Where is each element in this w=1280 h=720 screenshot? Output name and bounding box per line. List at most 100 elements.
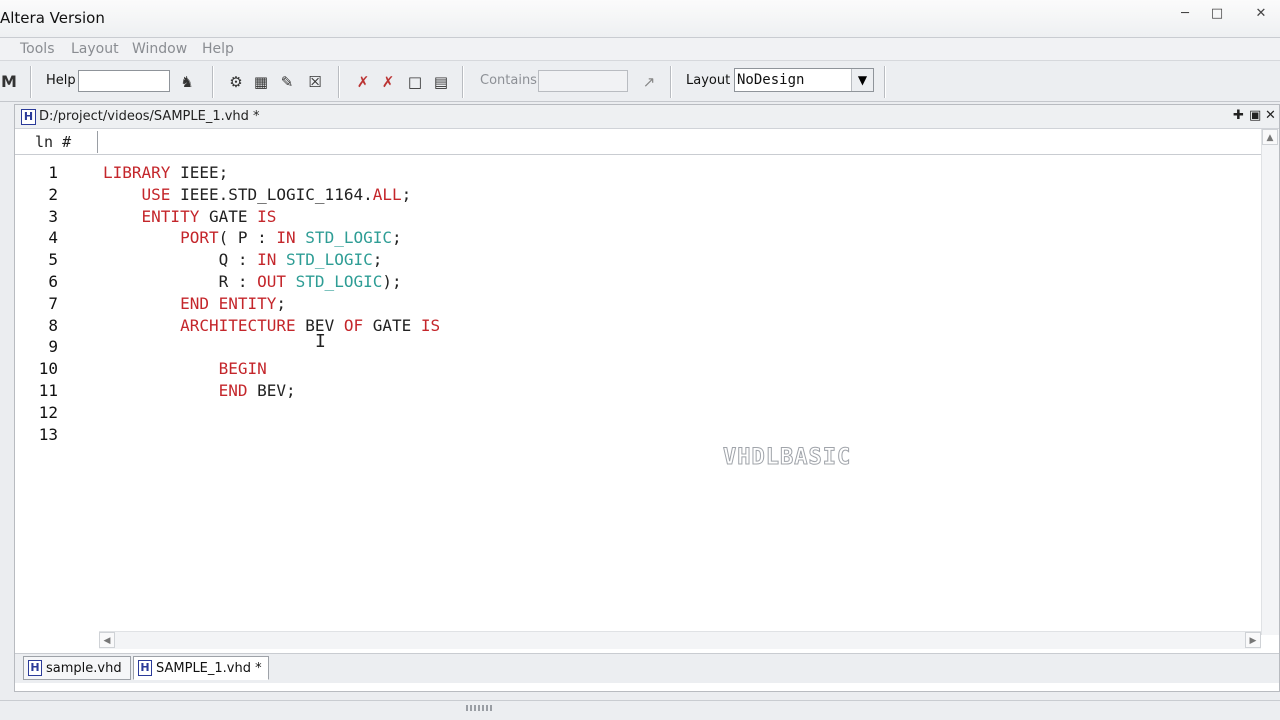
code-line[interactable]: 8 ARCHITECTURE BEV OF GATE IS	[15, 316, 1215, 338]
file-tab-bar: H sample.vhd H SAMPLE_1.vhd *	[15, 653, 1279, 683]
contains-input[interactable]	[538, 70, 628, 92]
keyword-token: PORT	[103, 228, 219, 248]
keyword-token: END ENTITY	[103, 293, 277, 313]
line-number: 5	[48, 250, 58, 270]
close-button[interactable]: ✕	[1246, 4, 1276, 24]
line-number: 6	[48, 272, 58, 291]
type-token: STD_LOGIC	[295, 272, 383, 291]
toolbar-separator	[462, 66, 464, 98]
identifier-token: ( P :	[218, 228, 277, 248]
line-number: 3	[48, 206, 58, 226]
search-help-icon[interactable]: ♞	[176, 71, 198, 93]
line-number: 7	[48, 293, 58, 313]
code-line[interactable]: 10 BEGIN	[15, 359, 1215, 381]
scroll-right-icon[interactable]: ▶	[1245, 632, 1261, 648]
ruler-divider	[97, 131, 98, 153]
help-search-input[interactable]	[78, 70, 170, 92]
line-number: 4	[48, 228, 58, 248]
code-text: ENTITY GATE IS	[103, 206, 277, 226]
simulate-icon[interactable]: ✎	[276, 71, 298, 93]
code-text: Q : IN STD_LOGIC;	[103, 250, 383, 270]
vertical-scrollbar[interactable]: ▲	[1261, 129, 1279, 635]
identifier-token: IEEE.STD_LOGIC_1164.	[180, 184, 373, 204]
toolbar: M Help ♞ ⚙ ▦ ✎ ☒ ✗ ✗ □ ▤ Contains ↗ Layo…	[0, 60, 1280, 102]
keyword-token: LIBRARY	[103, 163, 181, 182]
maximize-button[interactable]: □	[1202, 4, 1232, 24]
chevron-down-icon[interactable]: ▼	[851, 69, 873, 91]
code-text: USE IEEE.STD_LOGIC_1164.ALL;	[103, 184, 412, 204]
code-text-area[interactable]: 1 LIBRARY IEEE; 2 USE IEEE.STD_LOGIC_1164.…	[15, 155, 1261, 631]
code-line[interactable]: 3 ENTITY GATE IS	[15, 207, 1215, 229]
tab-label: SAMPLE_1.vhd *	[156, 661, 262, 676]
tab-sample-vhd[interactable]: H sample.vhd	[23, 656, 131, 680]
line-number: 13	[38, 424, 58, 444]
code-line[interactable]: 7 END ENTITY;	[15, 294, 1215, 316]
line-number: 11	[38, 381, 58, 400]
code-text: ARCHITECTURE BEV OF GATE IS	[103, 316, 440, 335]
minimize-button[interactable]: ─	[1170, 4, 1200, 24]
compile-all-icon[interactable]: ▦	[250, 71, 272, 93]
new-file-icon[interactable]: □	[404, 71, 426, 93]
menu-help[interactable]: Help	[202, 41, 234, 57]
code-line[interactable]: 6 R : OUT STD_LOGIC);	[15, 272, 1215, 294]
keyword-token: IN	[276, 228, 306, 248]
close-pane-icon[interactable]: ✕	[1265, 108, 1276, 123]
code-line[interactable]: 13	[15, 425, 1215, 447]
identifier-token: BEV;	[257, 381, 296, 400]
menu-window[interactable]: Window	[132, 41, 187, 57]
keyword-token: ENTITY	[103, 206, 209, 226]
modelsim-icon[interactable]: M	[0, 71, 20, 93]
line-number: 1	[48, 163, 58, 182]
scroll-up-icon[interactable]: ▲	[1262, 129, 1278, 145]
scroll-left-icon[interactable]: ◀	[99, 632, 115, 648]
identifier-token: Q :	[103, 250, 258, 270]
horizontal-scrollbar[interactable]: ◀ ▶	[99, 631, 1261, 649]
keyword-token: OUT	[257, 272, 296, 291]
tab-sample-1-vhd[interactable]: H SAMPLE_1.vhd *	[133, 656, 269, 680]
layout-select[interactable]: NoDesign ▼	[734, 68, 874, 92]
line-number: 9	[48, 337, 58, 357]
undock-icon[interactable]: ▣	[1249, 108, 1261, 123]
menu-bar: Tools Layout Window Help	[0, 38, 1280, 60]
toolbar-separator	[30, 66, 32, 98]
find-arrow-icon[interactable]: ↗	[638, 71, 660, 93]
toolbar-separator	[212, 66, 214, 98]
identifier-token: R :	[103, 272, 258, 291]
editor-ruler: ln #	[15, 129, 1279, 155]
vhdl-file-icon: H	[138, 660, 152, 676]
watermark: VHDLBASIC	[722, 445, 852, 471]
step-over-icon[interactable]: ✗	[377, 71, 399, 93]
help-label: Help	[46, 73, 76, 88]
keyword-token: BEGIN	[103, 359, 267, 379]
toolbar-separator	[670, 66, 672, 98]
keyword-token: OF	[343, 315, 373, 335]
keyword-token: IN	[257, 250, 287, 270]
code-line[interactable]: 5 Q : IN STD_LOGIC;	[15, 250, 1215, 272]
break-icon[interactable]: ☒	[304, 71, 326, 93]
document-path: D:/project/videos/SAMPLE_1.vhd *	[39, 109, 260, 124]
line-number-header: ln #	[35, 133, 72, 151]
document-title-bar: H D:/project/videos/SAMPLE_1.vhd * ✚ ▣ ✕	[15, 105, 1279, 129]
code-line[interactable]: 11 END BEV;	[15, 381, 1215, 403]
code-line[interactable]: 1 LIBRARY IEEE;	[15, 163, 1215, 185]
toolbar-separator	[338, 66, 340, 98]
menu-tools[interactable]: Tools	[20, 41, 55, 57]
code-line[interactable]: 12	[15, 403, 1215, 425]
code-line[interactable]: 2 USE IEEE.STD_LOGIC_1164.ALL;	[15, 185, 1215, 207]
vhdl-file-icon: H	[28, 660, 42, 676]
title-bar: Altera Version ─ □ ✕	[0, 0, 1280, 38]
step-icon[interactable]: ✗	[352, 71, 374, 93]
code-text: PORT( P : IN STD_LOGIC;	[103, 228, 402, 247]
document-icon[interactable]: ▤	[430, 71, 452, 93]
layout-select-value: NoDesign	[737, 72, 805, 88]
identifier-token: ;	[372, 250, 383, 270]
keyword-token: IS	[257, 206, 277, 226]
code-line[interactable]: 4 PORT( P : IN STD_LOGIC;	[15, 228, 1215, 250]
identifier-token: ;	[392, 228, 402, 248]
menu-layout[interactable]: Layout	[71, 41, 119, 57]
dock-icon[interactable]: ✚	[1233, 108, 1244, 123]
compile-icon[interactable]: ⚙	[225, 71, 247, 93]
code-text: END ENTITY;	[103, 294, 286, 313]
resize-grip[interactable]	[466, 705, 492, 711]
code-line[interactable]: 9	[15, 337, 1215, 359]
